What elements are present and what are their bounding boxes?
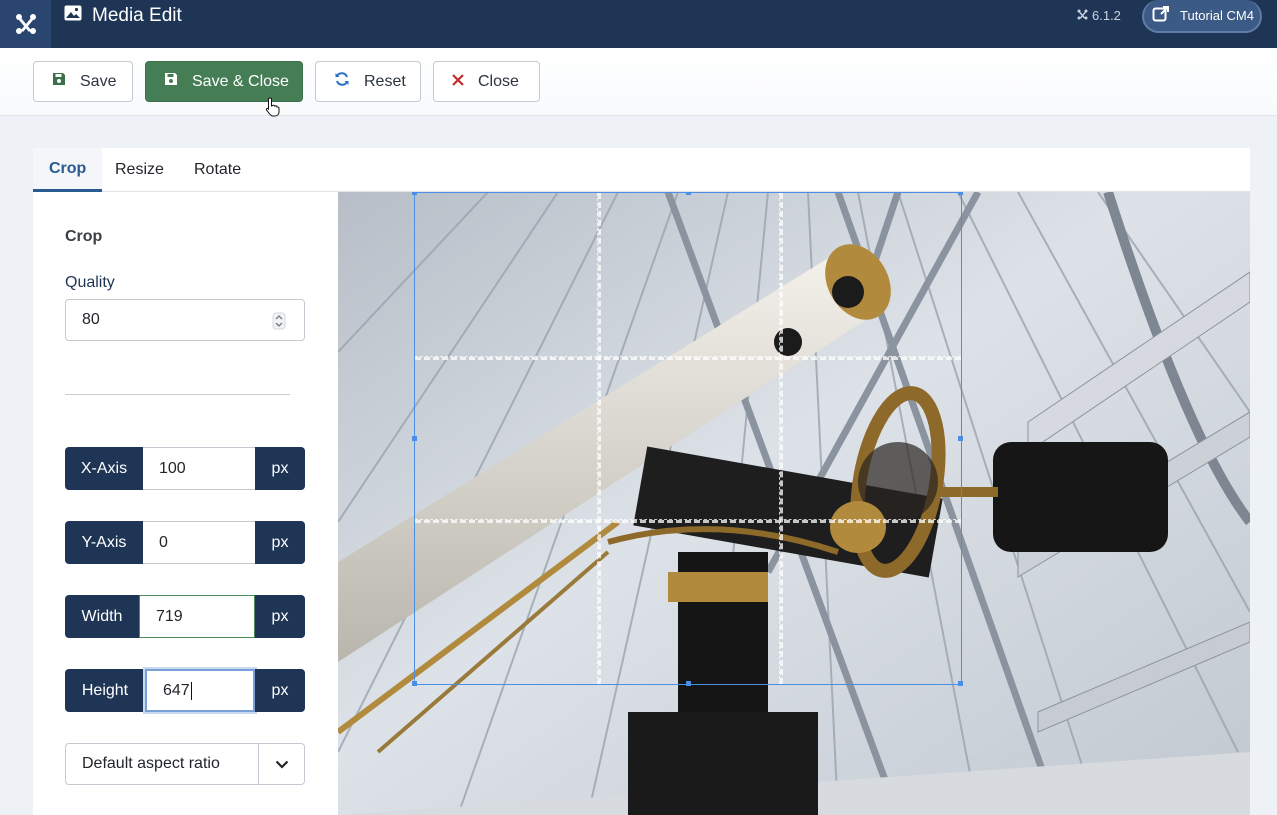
aspect-ratio-value: Default aspect ratio [82, 755, 220, 772]
close-button[interactable]: Close [433, 61, 540, 102]
crop-handle[interactable] [412, 436, 417, 441]
crop-handle[interactable] [686, 192, 691, 195]
width-unit: px [255, 595, 305, 638]
x-axis-unit: px [255, 447, 305, 490]
height-label: Height [65, 669, 145, 712]
aspect-ratio-select[interactable]: Default aspect ratio [65, 743, 305, 785]
view-site-button[interactable]: Tutorial CM4 [1142, 0, 1262, 33]
height-input[interactable]: 647 [145, 669, 255, 712]
joomla-version-icon [1077, 8, 1088, 23]
image-preview[interactable] [338, 192, 1250, 815]
crop-handle[interactable] [686, 681, 691, 686]
y-axis-group: Y-Axis 0 px [65, 521, 305, 564]
crop-handle[interactable] [958, 436, 963, 441]
version-badge: 6.1.2 [1077, 8, 1121, 23]
save-close-button[interactable]: Save & Close [145, 61, 303, 102]
floppy-disk-icon [164, 72, 178, 91]
crop-selection-box[interactable] [412, 192, 963, 686]
crop-handle[interactable] [958, 681, 963, 686]
y-axis-input[interactable]: 0 [143, 521, 255, 564]
page-title-text: Media Edit [92, 5, 182, 26]
crop-handle[interactable] [958, 192, 963, 195]
crop-guide-line [597, 193, 601, 684]
tab-crop[interactable]: Crop [33, 148, 103, 192]
x-axis-label: X-Axis [65, 447, 143, 490]
external-link-icon [1152, 5, 1170, 26]
crop-guide-line [415, 356, 961, 360]
pointer-cursor-icon [265, 97, 281, 122]
tab-bar: Crop Resize Rotate [33, 148, 1250, 192]
media-editor-card: Crop Resize Rotate Crop Quality 80 X-Axi… [33, 148, 1250, 815]
image-icon [64, 5, 82, 27]
page-title: Media Edit [64, 0, 182, 32]
section-divider [65, 394, 290, 395]
close-button-label: Close [478, 72, 519, 90]
toolbar: Save Save & Close Reset Close [0, 48, 1277, 116]
quality-label: Quality [65, 274, 115, 291]
joomla-logo-icon[interactable] [0, 0, 51, 48]
chevron-down-icon [258, 744, 304, 784]
crop-guide-line [415, 519, 961, 523]
width-group: Width 719 px [65, 595, 305, 638]
crop-settings-panel: Crop Quality 80 X-Axis 100 px Y-Axis 0 p… [33, 192, 338, 815]
crop-handle[interactable] [412, 192, 417, 195]
refresh-icon [334, 71, 350, 92]
height-value: 647 [163, 681, 190, 699]
save-button-label: Save [80, 72, 117, 90]
close-x-icon [452, 73, 464, 91]
panel-title: Crop [65, 228, 103, 245]
save-close-button-label: Save & Close [192, 72, 289, 90]
version-text: 6.1.2 [1092, 8, 1121, 23]
crop-handle[interactable] [412, 681, 417, 686]
reset-button[interactable]: Reset [315, 61, 421, 102]
width-input[interactable]: 719 [139, 595, 255, 638]
text-caret [190, 681, 192, 700]
tab-resize[interactable]: Resize [115, 148, 164, 192]
y-axis-unit: px [255, 521, 305, 564]
y-axis-label: Y-Axis [65, 521, 143, 564]
x-axis-group: X-Axis 100 px [65, 447, 305, 490]
crop-guide-line [779, 193, 783, 684]
app-header: Media Edit 6.1.2 Tutorial CM4 [0, 0, 1277, 48]
quality-value: 80 [82, 311, 100, 328]
width-label: Width [65, 595, 139, 638]
quality-input[interactable]: 80 [65, 299, 305, 341]
x-axis-input[interactable]: 100 [143, 447, 255, 490]
height-group: Height 647 px [65, 669, 305, 712]
tab-rotate[interactable]: Rotate [194, 148, 241, 192]
site-button-label: Tutorial CM4 [1180, 8, 1254, 23]
floppy-disk-icon [52, 72, 66, 91]
spinner-icon[interactable] [272, 312, 286, 330]
height-unit: px [255, 669, 305, 712]
save-button[interactable]: Save [33, 61, 133, 102]
reset-button-label: Reset [364, 72, 406, 90]
